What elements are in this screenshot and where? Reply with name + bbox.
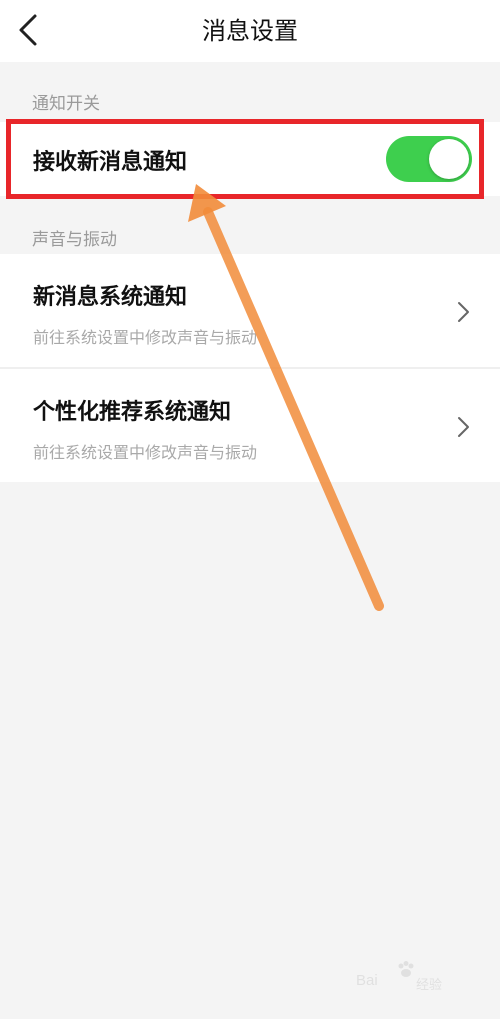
receive-new-message-toggle[interactable] [386, 136, 472, 182]
paw-icon [398, 961, 414, 977]
baidu-watermark-logo: Bai 经验 [356, 960, 480, 1000]
chevron-right-icon [458, 417, 469, 437]
new-message-system-notification-subtitle: 前往系统设置中修改声音与振动 [33, 328, 258, 347]
watermark-brand: Bai [356, 972, 378, 989]
watermark-suffix: 经验 [416, 978, 443, 993]
personalized-recommendation-notification-row[interactable]: 个性化推荐系统通知 前往系统设置中修改声音与振动 [0, 369, 500, 482]
top-bar: 消息设置 [0, 0, 500, 62]
new-message-system-notification-title: 新消息系统通知 [33, 285, 188, 310]
toggle-knob [429, 139, 469, 179]
personalized-recommendation-notification-subtitle: 前往系统设置中修改声音与振动 [33, 443, 258, 462]
personalized-recommendation-notification-title: 个性化推荐系统通知 [33, 400, 232, 425]
page-title: 消息设置 [202, 17, 298, 45]
section-label-sound-vibration: 声音与振动 [32, 230, 117, 250]
new-message-system-notification-row[interactable]: 新消息系统通知 前往系统设置中修改声音与振动 [0, 254, 500, 367]
chevron-right-icon [458, 302, 469, 322]
receive-new-message-label: 接收新消息通知 [33, 150, 188, 175]
section-label-notification-switch: 通知开关 [32, 94, 100, 114]
